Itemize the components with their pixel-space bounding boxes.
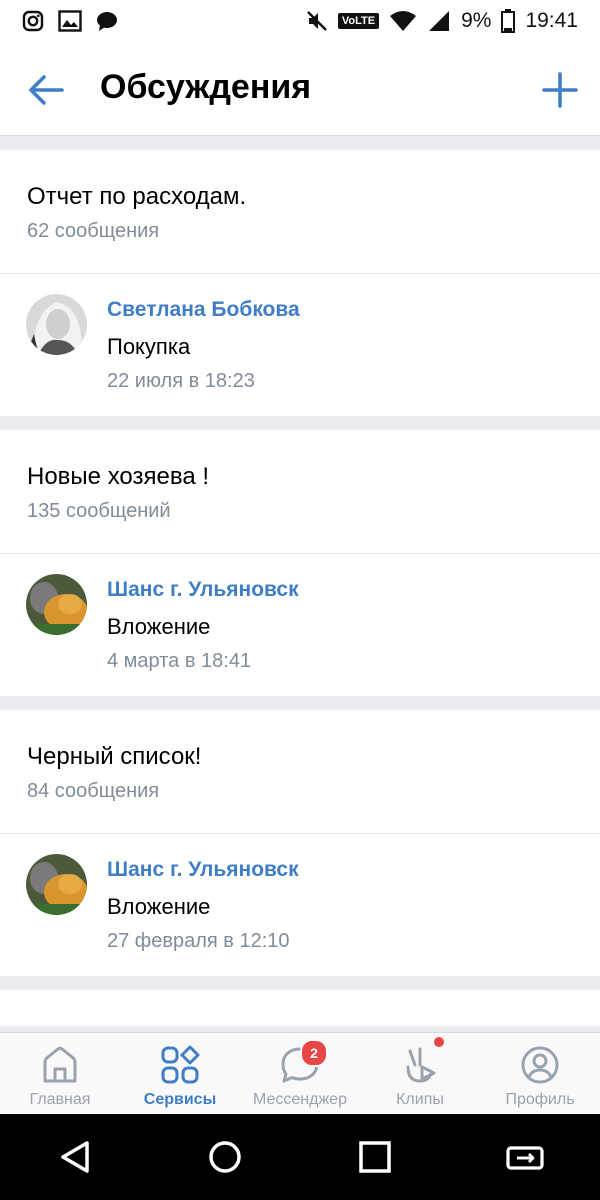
topic-item[interactable]: Черный список! 84 сообщения xyxy=(0,710,600,834)
services-grid-icon xyxy=(161,1045,200,1084)
topic-card: Отчет по расходам. 62 сообщения Светлана… xyxy=(0,150,600,416)
tab-profile[interactable]: Профиль xyxy=(480,1033,600,1115)
avatar[interactable] xyxy=(26,294,87,355)
post-date: 22 июля в 18:23 xyxy=(107,370,255,392)
triangle-back-icon xyxy=(61,1141,89,1173)
wifi-icon xyxy=(390,11,417,31)
nav-switch-button[interactable] xyxy=(495,1127,555,1187)
add-topic-button[interactable] xyxy=(538,68,582,112)
home-icon xyxy=(43,1046,77,1083)
instagram-icon xyxy=(22,10,44,32)
volte-badge: VoLTE xyxy=(337,13,380,29)
status-bar: VoLTE 9% 19:41 xyxy=(0,0,600,42)
tab-messenger[interactable]: 2 Мессенджер xyxy=(240,1033,360,1115)
nav-back-button[interactable] xyxy=(45,1127,105,1187)
post-text: Вложение xyxy=(107,614,211,639)
avatar[interactable] xyxy=(26,854,87,915)
topic-card: Новые хозяева ! 135 сообщений Шанс г. Ул… xyxy=(0,430,600,696)
tab-label: Профиль xyxy=(505,1091,575,1108)
battery-percent: 9% xyxy=(461,9,492,32)
topic-title: Черный список! xyxy=(27,743,202,770)
post-author[interactable]: Светлана Бобкова xyxy=(107,298,300,322)
header: Обсуждения xyxy=(0,42,600,136)
topic-message-count: 62 сообщения xyxy=(27,220,160,242)
tab-label: Мессенджер xyxy=(253,1091,347,1108)
plus-icon xyxy=(542,72,578,108)
arrow-left-icon xyxy=(29,75,64,105)
unread-badge: 2 xyxy=(300,1039,328,1067)
last-post[interactable]: Светлана Бобкова Покупка 22 июля в 18:23 xyxy=(0,274,600,416)
new-clips-dot xyxy=(434,1037,444,1047)
circle-home-icon xyxy=(209,1141,241,1173)
back-button[interactable] xyxy=(24,68,68,112)
post-date: 27 февраля в 12:10 xyxy=(107,930,290,952)
topic-title: Новые хозяева ! xyxy=(27,463,210,490)
post-author[interactable]: Шанс г. Ульяновск xyxy=(107,578,299,602)
avatar[interactable] xyxy=(26,574,87,635)
last-post[interactable]: Шанс г. Ульяновск Вложение 4 марта в 18:… xyxy=(0,554,600,696)
nav-home-button[interactable] xyxy=(195,1127,255,1187)
tab-label: Главная xyxy=(29,1091,91,1108)
topic-message-count: 84 сообщения xyxy=(27,780,160,802)
signal-icon xyxy=(429,11,450,31)
topics-list: Отчет по расходам. 62 сообщения Светлана… xyxy=(0,150,600,1026)
gallery-icon xyxy=(58,10,82,32)
chat-notification-icon xyxy=(97,12,117,31)
post-author[interactable]: Шанс г. Ульяновск xyxy=(107,858,299,882)
topic-item[interactable]: Новые хозяева ! 135 сообщений xyxy=(0,430,600,554)
post-date: 4 марта в 18:41 xyxy=(107,650,252,672)
topic-card: Черный список! 84 сообщения Шанс г. Улья… xyxy=(0,710,600,976)
mute-icon xyxy=(307,11,327,31)
clips-icon xyxy=(406,1047,436,1083)
post-text: Вложение xyxy=(107,894,211,919)
page-title: Обсуждения xyxy=(100,68,312,106)
last-post[interactable]: Шанс г. Ульяновск Вложение 27 февраля в … xyxy=(0,834,600,976)
tab-home[interactable]: Главная xyxy=(0,1033,120,1115)
tab-services[interactable]: Сервисы xyxy=(120,1033,240,1115)
battery-icon xyxy=(501,9,516,33)
topic-message-count: 135 сообщений xyxy=(27,500,171,522)
square-recents-icon xyxy=(359,1141,391,1173)
post-text: Покупка xyxy=(107,334,191,359)
topic-card-partial xyxy=(0,990,600,1026)
tab-clips[interactable]: Клипы xyxy=(360,1033,480,1115)
topic-title: Отчет по расходам. xyxy=(27,183,247,210)
clock: 19:41 xyxy=(525,9,578,32)
screen-rotate-icon xyxy=(506,1146,544,1170)
tab-label: Клипы xyxy=(396,1091,444,1108)
topic-item[interactable]: Отчет по расходам. 62 сообщения xyxy=(0,150,600,274)
system-nav-bar xyxy=(0,1114,600,1200)
tab-bar: Главная Сервисы 2 Мессенджер Клипы Профи… xyxy=(0,1032,600,1115)
profile-icon xyxy=(521,1046,559,1084)
nav-recents-button[interactable] xyxy=(345,1127,405,1187)
tab-label: Сервисы xyxy=(143,1091,217,1108)
